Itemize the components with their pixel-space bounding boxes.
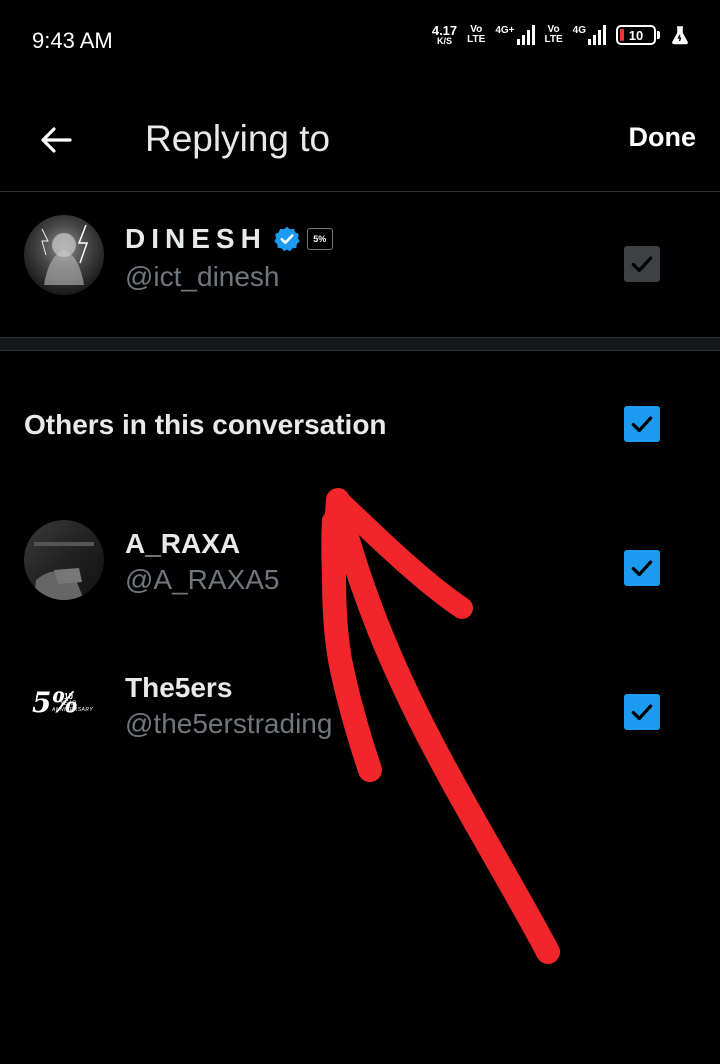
back-arrow-icon	[41, 127, 72, 153]
volte-indicator-1: Vo LTE	[467, 24, 486, 46]
others-section-label: Others in this conversation	[24, 409, 387, 440]
back-button[interactable]	[30, 114, 82, 166]
network-speed: 4.17 K/S	[432, 24, 457, 46]
check-icon	[631, 560, 653, 577]
status-time: 9:43 AM	[32, 28, 113, 53]
user-checkbox[interactable]	[624, 550, 660, 586]
header: Replying to Done	[0, 90, 720, 190]
logo-sub-3: ANNIVERSARY	[52, 707, 94, 713]
name-line: A_RAXA	[125, 528, 240, 560]
volte-indicator-2: Vo LTE	[544, 24, 563, 46]
network-type-1: 4G+	[495, 25, 515, 36]
lab-flask-icon	[672, 26, 688, 45]
user-checkbox[interactable]	[624, 694, 660, 730]
volte-2-bottom: LTE	[544, 34, 563, 45]
avatar	[24, 215, 104, 295]
user-name: A_RAXA	[125, 528, 241, 559]
verified-badge-icon	[274, 226, 300, 252]
list-item[interactable]: 5% 10 YEAR ANNIVERSARY The5ers @the5erst…	[0, 650, 720, 770]
name-line: The5ers	[125, 672, 232, 704]
user-handle: @ict_dinesh	[125, 261, 280, 292]
primary-name-line: DINESH 5%	[125, 223, 333, 255]
done-button[interactable]: Done	[629, 122, 697, 153]
the5ers-logo: 5% 10 YEAR ANNIVERSARY	[24, 663, 104, 743]
status-icons: 4.17 K/S Vo LTE 4G+ Vo LTE 4G 10	[432, 24, 690, 46]
primary-reply-checkbox[interactable]	[624, 246, 660, 282]
battery-icon: 10	[616, 25, 660, 45]
signal-icon-1: 4G+	[495, 25, 535, 45]
battery-level: 10	[628, 27, 644, 43]
user-handle: @the5erstrading	[125, 708, 333, 739]
avatar-art	[34, 542, 94, 600]
user-name: DINESH	[125, 223, 267, 254]
list-item[interactable]: A_RAXA @A_RAXA5	[0, 500, 720, 630]
check-icon	[631, 704, 653, 721]
avatar-art	[41, 224, 89, 285]
section-separator	[0, 337, 720, 351]
check-icon	[631, 416, 653, 433]
logo-sub-1: 10	[64, 692, 73, 701]
status-bar: 9:43 AM 4.17 K/S Vo LTE 4G+ Vo LTE 4G 10	[0, 0, 720, 80]
network-speed-unit: K/S	[436, 36, 452, 46]
user-handle: @A_RAXA5	[125, 564, 280, 595]
user-name: The5ers	[125, 672, 233, 703]
volte-1-bottom: LTE	[467, 34, 486, 45]
avatar	[24, 520, 104, 600]
network-type-2: 4G	[572, 25, 586, 36]
affiliate-badge: 5%	[306, 228, 333, 250]
page-title: Replying to	[145, 118, 331, 159]
others-select-all-checkbox[interactable]	[624, 406, 660, 442]
check-icon	[631, 256, 653, 273]
primary-reply-row[interactable]: DINESH 5% @ict_dinesh	[0, 191, 720, 337]
signal-icon-2: 4G	[573, 25, 606, 45]
